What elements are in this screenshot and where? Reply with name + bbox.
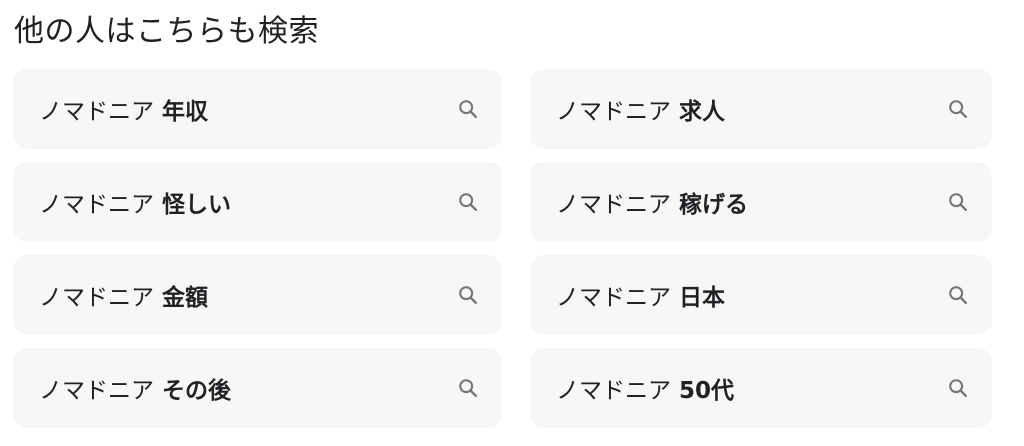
related-searches-grid: ノマドニア 年収 ノマドニア 求人 ノマドニア 怪しい ノマドニア 稼げる ノマドニア金…: [13, 69, 993, 428]
search-icon: [946, 283, 970, 307]
suggestion-text: ノマドニア 50代: [556, 371, 734, 405]
suggestion-text: ノマドニア 稼げる: [556, 185, 748, 219]
suggestion-text: ノマドニア その後: [39, 371, 231, 405]
suggestion-base: ノマドニア: [556, 285, 671, 311]
suggestion-base: ノマドニア: [556, 378, 671, 404]
suggestion-chip[interactable]: ノマドニア 怪しい: [13, 162, 502, 242]
suggestion-base: ノマドニア: [39, 99, 154, 125]
search-icon: [946, 190, 970, 214]
suggestion-term: 金額: [162, 285, 208, 311]
suggestion-text: ノマドニア 年収: [39, 92, 208, 126]
search-icon: [456, 376, 480, 400]
suggestion-term: 日本: [679, 285, 725, 311]
suggestion-text: ノマドニア 日本: [556, 278, 725, 312]
suggestion-chip[interactable]: ノマドニア 求人: [530, 69, 992, 149]
section-title: 他の人はこちらも検索: [14, 14, 319, 49]
suggestion-chip[interactable]: ノマドニア 年収: [13, 69, 502, 149]
suggestion-term: 怪しい: [162, 192, 231, 218]
suggestion-text: ノマドニア 怪しい: [39, 185, 231, 219]
suggestion-chip[interactable]: ノマドニア 金額: [13, 255, 502, 335]
search-icon: [456, 190, 480, 214]
suggestion-term: その後: [162, 378, 231, 404]
suggestion-base: ノマドニア: [39, 285, 154, 311]
suggestion-chip[interactable]: ノマドニア その後: [13, 348, 502, 428]
suggestion-chip[interactable]: ノマドニア 稼げる: [530, 162, 992, 242]
suggestion-base: ノマドニア: [39, 378, 154, 404]
search-icon: [946, 376, 970, 400]
suggestion-base: ノマドニア: [39, 192, 154, 218]
search-icon: [456, 97, 480, 121]
suggestion-term: 50代: [679, 378, 735, 404]
suggestion-text: ノマドニア 求人: [556, 92, 725, 126]
suggestion-chip[interactable]: ノマドニア 日本: [530, 255, 992, 335]
suggestion-base: ノマドニア: [556, 99, 671, 125]
suggestion-term: 年収: [162, 99, 208, 125]
suggestion-term: 稼げる: [679, 192, 748, 218]
search-icon: [456, 283, 480, 307]
suggestion-chip[interactable]: ノマドニア 50代: [530, 348, 992, 428]
suggestion-base: ノマドニア: [556, 192, 671, 218]
suggestion-text: ノマドニア 金額: [39, 278, 208, 312]
suggestion-term: 求人: [679, 99, 725, 125]
search-icon: [946, 97, 970, 121]
